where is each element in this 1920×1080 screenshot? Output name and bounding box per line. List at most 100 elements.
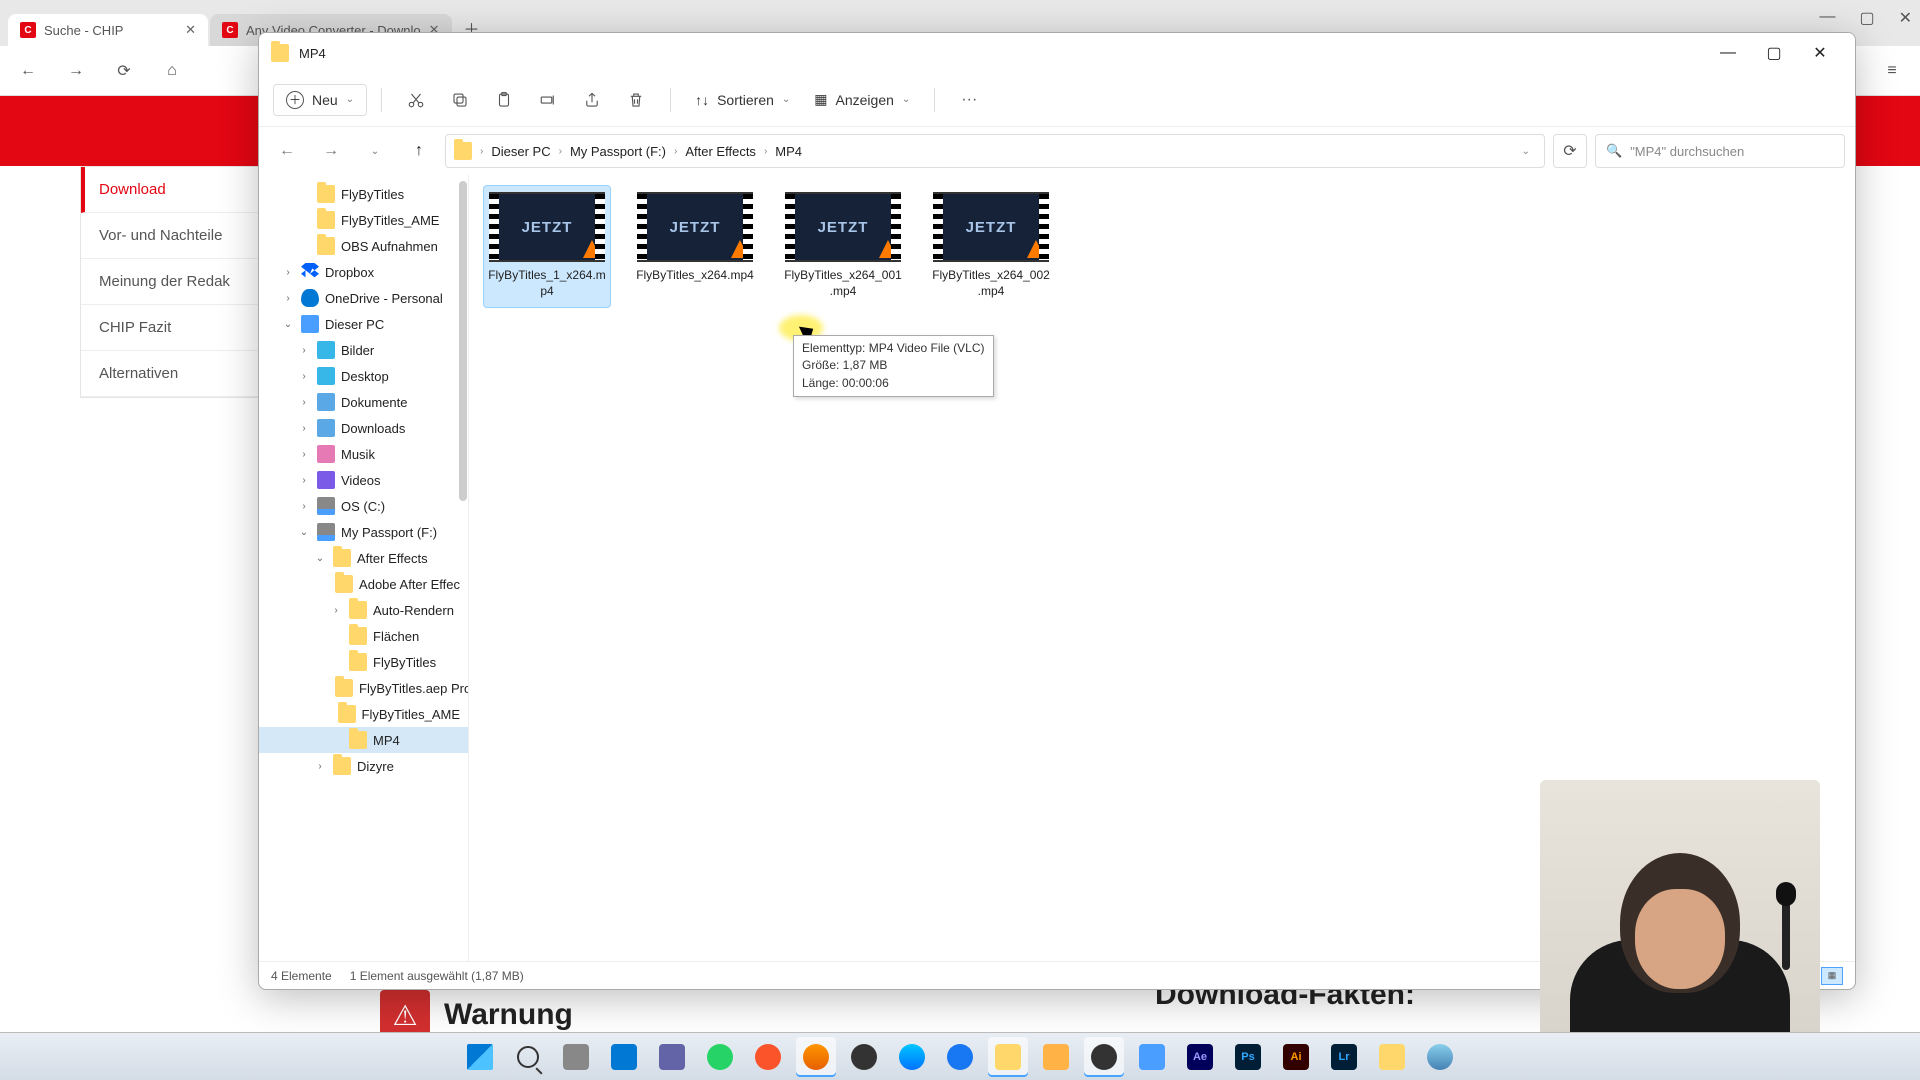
taskbar-app-brave[interactable]: [748, 1037, 788, 1077]
sidebar-item-download[interactable]: Download: [81, 167, 259, 213]
nav-item[interactable]: ⌄After Effects: [259, 545, 468, 571]
recent-button[interactable]: ⌄: [357, 133, 393, 169]
nav-item[interactable]: ›OS (C:): [259, 493, 468, 519]
sidebar-item-proscons[interactable]: Vor- und Nachteile: [81, 213, 259, 259]
chevron-down-icon[interactable]: ⌄: [1516, 146, 1536, 157]
thumbnail-view-button[interactable]: ▦: [1821, 967, 1843, 985]
view-button[interactable]: ▦ Anzeigen ⌄: [804, 85, 920, 114]
refresh-button[interactable]: ⟳: [1553, 134, 1587, 168]
sidebar-item-opinion[interactable]: Meinung der Redak: [81, 259, 259, 305]
expand-icon[interactable]: ›: [297, 501, 311, 512]
back-button[interactable]: ←: [269, 133, 305, 169]
expand-icon[interactable]: ›: [313, 761, 327, 772]
maximize-button[interactable]: ▢: [1751, 37, 1797, 69]
nav-item[interactable]: ›Downloads: [259, 415, 468, 441]
file-item[interactable]: JETZTFlyByTitles_x264.mp4: [631, 185, 759, 308]
expand-icon[interactable]: ›: [281, 293, 295, 304]
taskbar-app[interactable]: [1372, 1037, 1412, 1077]
close-icon[interactable]: ✕: [185, 22, 196, 38]
taskbar-app-facebook[interactable]: [940, 1037, 980, 1077]
close-icon[interactable]: ✕: [1899, 8, 1912, 28]
crumb-item[interactable]: Dieser PC: [487, 142, 554, 161]
nav-item[interactable]: FlyByTitles_AME: [259, 701, 468, 727]
new-button[interactable]: ＋ Neu ⌄: [273, 84, 367, 116]
breadcrumb[interactable]: › Dieser PC › My Passport (F:) › After E…: [445, 134, 1545, 168]
nav-item[interactable]: ›Videos: [259, 467, 468, 493]
nav-item[interactable]: ›Musik: [259, 441, 468, 467]
minimize-button[interactable]: —: [1705, 37, 1751, 69]
rename-button[interactable]: [528, 80, 568, 120]
taskbar-app[interactable]: [604, 1037, 644, 1077]
sort-button[interactable]: ↑↓ Sortieren ⌄: [685, 86, 800, 114]
taskbar-app-firefox[interactable]: [796, 1037, 836, 1077]
start-button[interactable]: [460, 1037, 500, 1077]
expand-icon[interactable]: ›: [297, 449, 311, 460]
taskbar[interactable]: Ae Ps Ai Lr: [0, 1032, 1920, 1080]
taskbar-app-ps[interactable]: Ps: [1228, 1037, 1268, 1077]
scrollbar[interactable]: [459, 181, 467, 501]
nav-item[interactable]: ›Auto-Rendern: [259, 597, 468, 623]
taskbar-app-whatsapp[interactable]: [700, 1037, 740, 1077]
titlebar[interactable]: MP4 — ▢ ✕: [259, 33, 1855, 73]
expand-icon[interactable]: ›: [297, 345, 311, 356]
expand-icon[interactable]: ⌄: [297, 527, 311, 538]
up-button[interactable]: ↑: [401, 133, 437, 169]
cut-button[interactable]: [396, 80, 436, 120]
nav-item[interactable]: OBS Aufnahmen: [259, 233, 468, 259]
file-item[interactable]: JETZTFlyByTitles_1_x264.mp4: [483, 185, 611, 308]
nav-item[interactable]: ⌄Dieser PC: [259, 311, 468, 337]
close-button[interactable]: ✕: [1797, 37, 1843, 69]
minimize-icon[interactable]: —: [1819, 8, 1835, 28]
search-input[interactable]: 🔍 "MP4" durchsuchen: [1595, 134, 1845, 168]
nav-item[interactable]: FlyByTitles: [259, 649, 468, 675]
taskbar-app-lr[interactable]: Lr: [1324, 1037, 1364, 1077]
more-button[interactable]: ···: [949, 80, 989, 120]
delete-button[interactable]: [616, 80, 656, 120]
expand-icon[interactable]: ⌄: [313, 553, 327, 564]
home-button[interactable]: ⌂: [156, 55, 188, 87]
nav-item[interactable]: Adobe After Effec: [259, 571, 468, 597]
back-button[interactable]: ←: [12, 55, 44, 87]
taskbar-app-ae[interactable]: Ae: [1180, 1037, 1220, 1077]
taskbar-app-ai[interactable]: Ai: [1276, 1037, 1316, 1077]
navigation-pane[interactable]: FlyByTitlesFlyByTitles_AMEOBS Aufnahmen›…: [259, 175, 469, 961]
nav-item[interactable]: ›Dizyre: [259, 753, 468, 779]
file-item[interactable]: JETZTFlyByTitles_x264_002.mp4: [927, 185, 1055, 308]
share-button[interactable]: [572, 80, 612, 120]
nav-item[interactable]: ›Bilder: [259, 337, 468, 363]
menu-button[interactable]: ≡: [1876, 55, 1908, 87]
nav-item[interactable]: ⌄My Passport (F:): [259, 519, 468, 545]
expand-icon[interactable]: ›: [297, 397, 311, 408]
taskbar-app-explorer[interactable]: [988, 1037, 1028, 1077]
expand-icon[interactable]: ›: [297, 475, 311, 486]
crumb-item[interactable]: After Effects: [681, 142, 760, 161]
nav-item[interactable]: MP4: [259, 727, 468, 753]
paste-button[interactable]: [484, 80, 524, 120]
nav-item[interactable]: ›Desktop: [259, 363, 468, 389]
taskbar-app[interactable]: [1420, 1037, 1460, 1077]
taskbar-app[interactable]: [1036, 1037, 1076, 1077]
crumb-item[interactable]: My Passport (F:): [566, 142, 670, 161]
reload-button[interactable]: ⟳: [108, 55, 140, 87]
browser-tab[interactable]: C Suche - CHIP ✕: [8, 14, 208, 46]
nav-item[interactable]: ›Dokumente: [259, 389, 468, 415]
nav-item[interactable]: FlyByTitles: [259, 181, 468, 207]
search-button[interactable]: [508, 1037, 548, 1077]
nav-item[interactable]: ›OneDrive - Personal: [259, 285, 468, 311]
taskbar-app-messenger[interactable]: [892, 1037, 932, 1077]
forward-button[interactable]: →: [60, 55, 92, 87]
expand-icon[interactable]: ⌄: [281, 319, 295, 330]
task-view-button[interactable]: [556, 1037, 596, 1077]
taskbar-app[interactable]: [844, 1037, 884, 1077]
nav-item[interactable]: FlyByTitles_AME: [259, 207, 468, 233]
taskbar-app-obs[interactable]: [1084, 1037, 1124, 1077]
nav-item[interactable]: Flächen: [259, 623, 468, 649]
taskbar-app[interactable]: [652, 1037, 692, 1077]
forward-button[interactable]: →: [313, 133, 349, 169]
expand-icon[interactable]: ›: [281, 267, 295, 278]
sidebar-item-alternatives[interactable]: Alternativen: [81, 351, 259, 397]
file-item[interactable]: JETZTFlyByTitles_x264_001.mp4: [779, 185, 907, 308]
nav-item[interactable]: ›Dropbox: [259, 259, 468, 285]
expand-icon[interactable]: ›: [297, 371, 311, 382]
nav-item[interactable]: FlyByTitles.aep Pro: [259, 675, 468, 701]
